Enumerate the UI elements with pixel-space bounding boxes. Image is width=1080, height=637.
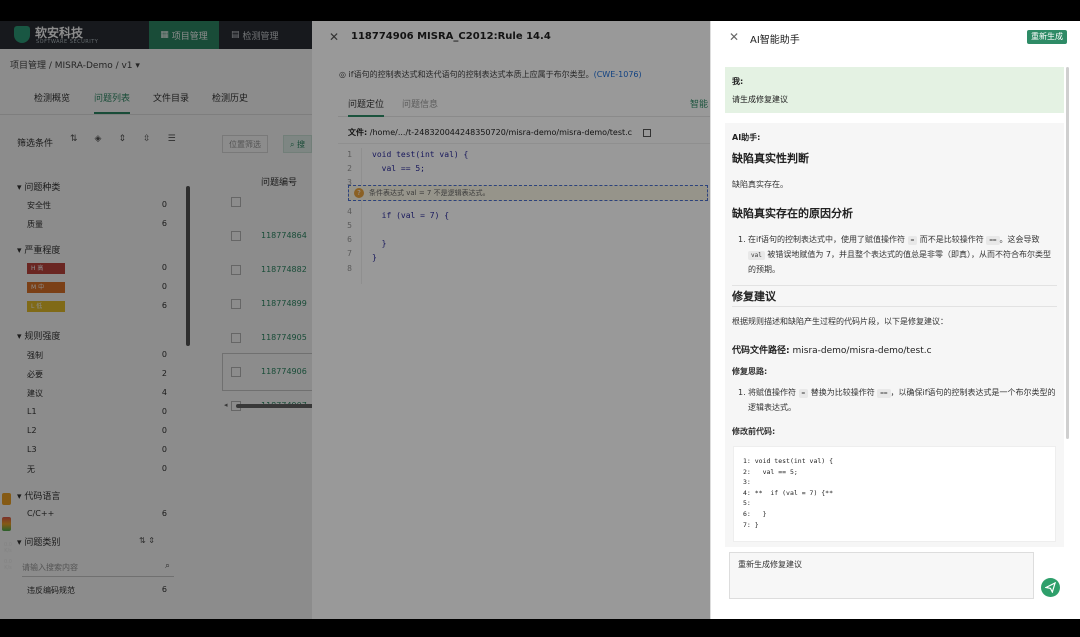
user-label: 我: [732,77,744,86]
issue-detail-drawer: ✕ 118774906 MISRA_C2012:Rule 14.4 ◎ if语句… [312,21,710,619]
cause-text-2: 而不是比较操作符 [919,235,984,244]
code-assign-op: = [907,236,918,245]
ai-assistant-drawer: ✕ AI智能助手 重新生成 我: 请生成修复建议 AI助手: 缺陷真实性判断 缺… [710,21,1080,619]
chat-body: 我: 请生成修复建议 AI助手: 缺陷真实性判断 缺陷真实存在。 缺陷真实存在的… [725,67,1065,547]
overlay-mask-middle[interactable] [312,21,710,619]
fix-idea-label: 修复思路: [732,367,768,376]
regenerate-button[interactable]: 重新生成 [1027,30,1067,44]
cause-text-4: 被错误地赋值为 7，并且整个表达式的值总是非零（即真），从而不符合布尔类型的预期… [748,250,1052,274]
send-button[interactable] [1041,578,1060,597]
user-message-text: 请生成修复建议 [732,95,788,104]
fix-intro: 根据规则描述和缺陷产生过程的代码片段，以下是修复建议： [732,317,948,326]
idea-number: 1. [738,388,746,397]
idea-text-1: 将赋值操作符 [748,388,796,397]
heading-cause: 缺陷真实存在的原因分析 [732,207,853,220]
send-icon [1045,582,1056,593]
before-code-label: 修改前代码: [732,427,776,436]
idea-text-2: 替换为比较操作符 [810,388,875,397]
code-compare-op: == [986,236,1000,245]
code-path-value: misra-demo/misra-demo/test.c [792,346,932,356]
chat-scrollbar[interactable] [1066,67,1069,439]
heading-fix: 修复建议 [732,290,776,303]
chat-input[interactable]: 重新生成修复建议 [729,552,1034,599]
cause-text-1: 在if语句的控制表达式中，使用了赋值操作符 [748,235,906,244]
overlay-mask-left[interactable] [0,21,312,619]
divider [732,306,1057,307]
divider [732,285,1057,286]
before-code-block: 1: void test(int val) { 2: val == 5; 3: … [733,446,1056,542]
code-path-label: 代码文件路径: [732,346,790,356]
ai-title: AI智能助手 [750,35,800,46]
heading-judgement: 缺陷真实性判断 [732,152,809,165]
cause-list-item: 1. 在if语句的控制表达式中，使用了赋值操作符 = 而不是比较操作符 == 。这… [732,232,1057,277]
cause-number: 1. [738,235,746,244]
screen-bottom-bar [0,619,1080,637]
screen-frame: 软安科技 SOFTWARE SECURITY ▦ 项目管理 ▤ 检测管理 项目管理 … [0,21,1080,619]
assistant-label: AI助手: [732,133,761,142]
code-compare-op: == [877,389,891,398]
code-val: val [748,251,765,260]
close-icon[interactable]: ✕ [729,30,739,44]
user-message: 我: 请生成修复建议 [725,67,1064,113]
fix-idea-item: 1. 将赋值操作符 = 替换为比较操作符 == ，以确保if语句的控制表达式是一个… [732,385,1057,415]
judgement-text: 缺陷真实存在。 [732,180,788,189]
cause-text-3: 。这会导致 [999,235,1040,244]
assistant-message: AI助手: 缺陷真实性判断 缺陷真实存在。 缺陷真实存在的原因分析 1. 在if… [725,123,1064,547]
code-path-line: 代码文件路径: misra-demo/misra-demo/test.c [732,343,932,356]
code-assign-op: = [798,389,809,398]
